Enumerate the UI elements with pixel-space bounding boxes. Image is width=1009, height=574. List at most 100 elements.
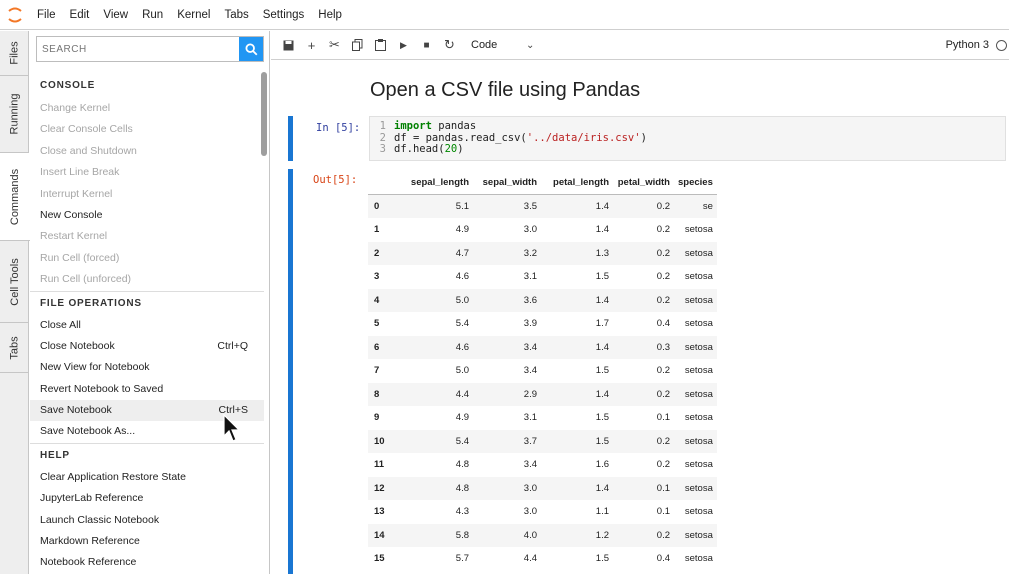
- panel-scrollbar[interactable]: [261, 72, 267, 156]
- table-cell: 4.7: [455, 247, 469, 259]
- command-run-cell-forced[interactable]: Run Cell (forced): [30, 248, 264, 269]
- command-change-kernel[interactable]: Change Kernel: [30, 98, 264, 119]
- command-label: Insert Line Break: [40, 166, 120, 179]
- table-cell: 1.4: [595, 224, 609, 236]
- table-cell: 3.7: [523, 435, 537, 447]
- kernel-status-icon: [996, 39, 1007, 51]
- table-cell: setosa: [684, 388, 713, 400]
- tab-commands[interactable]: Commands: [0, 153, 30, 241]
- command-label: New View for Notebook: [40, 361, 150, 374]
- table-cell: 5.8: [455, 529, 469, 541]
- row-index: 8: [374, 388, 380, 400]
- menu-settings[interactable]: Settings: [256, 0, 312, 30]
- menu-help[interactable]: Help: [311, 0, 349, 30]
- command-restart-kernel[interactable]: Restart Kernel: [30, 226, 264, 247]
- menu-tabs[interactable]: Tabs: [217, 0, 255, 30]
- command-label: Restart Kernel: [40, 230, 108, 243]
- copy-icon[interactable]: [346, 33, 369, 57]
- table-cell: 4.9: [455, 224, 469, 236]
- command-label: Revert Notebook to Saved: [40, 382, 164, 395]
- save-icon[interactable]: [277, 33, 300, 57]
- run-icon[interactable]: ▶: [392, 33, 415, 57]
- table-cell: 2.9: [523, 388, 537, 400]
- command-revert-notebook-to-saved[interactable]: Revert Notebook to Saved: [30, 379, 264, 400]
- column-header: petal_width: [613, 171, 674, 195]
- command-clear-console-cells[interactable]: Clear Console Cells: [30, 119, 264, 140]
- table-cell: 3.2: [523, 247, 537, 259]
- code-line: 2 df = pandas.read_csv('../data/iris.csv'…: [379, 131, 647, 144]
- table-cell: 0.2: [656, 271, 670, 283]
- table-cell: 1.4: [595, 388, 609, 400]
- command-label: Save Notebook As...: [40, 425, 136, 438]
- command-new-view-for-notebook[interactable]: New View for Notebook: [30, 357, 264, 378]
- table-row: 0 5.1 3.5 1.4 0.2 se: [368, 194, 717, 218]
- table-cell: 1.5: [595, 365, 609, 377]
- command-search: [36, 36, 264, 62]
- command-close-notebook[interactable]: Close Notebook Ctrl+Q: [30, 336, 264, 357]
- menu-view[interactable]: View: [96, 0, 135, 30]
- kernel-name[interactable]: Python 3: [946, 39, 989, 51]
- command-new-console[interactable]: New Console: [30, 205, 264, 226]
- table-cell: 4.4: [455, 388, 469, 400]
- command-shortcut: Ctrl+Q: [217, 339, 248, 352]
- command-search-input[interactable]: [37, 37, 239, 61]
- stop-icon[interactable]: ■: [415, 33, 438, 57]
- command-run-cell-unforced[interactable]: Run Cell (unforced): [30, 269, 264, 290]
- tab-tabs[interactable]: Tabs: [0, 323, 29, 373]
- cut-icon[interactable]: ✂: [323, 33, 346, 57]
- command-markdown-reference[interactable]: Markdown Reference: [30, 531, 264, 552]
- output-collapser[interactable]: [288, 169, 293, 574]
- table-cell: 0.2: [656, 365, 670, 377]
- command-close-and-shutdown[interactable]: Close and Shutdown: [30, 141, 264, 162]
- tab-files[interactable]: Files: [0, 31, 29, 76]
- code-editor[interactable]: 1 import pandas 2 df = pandas.read_csv('..…: [369, 116, 1006, 161]
- table-cell: 4.3: [455, 506, 469, 518]
- menu-kernel[interactable]: Kernel: [170, 0, 217, 30]
- row-index: 13: [374, 506, 385, 518]
- table-cell: 0.2: [656, 294, 670, 306]
- table-cell: 0.2: [656, 201, 670, 212]
- command-jupyterlab-reference[interactable]: JupyterLab Reference: [30, 488, 264, 509]
- cell-type-select[interactable]: Code: [471, 39, 526, 51]
- column-header: sepal_width: [473, 171, 541, 195]
- table-cell: setosa: [684, 318, 713, 330]
- command-insert-line-break[interactable]: Insert Line Break: [30, 162, 264, 183]
- row-index: 7: [374, 365, 380, 377]
- table-cell: 5.0: [455, 365, 469, 377]
- table-cell: setosa: [684, 341, 713, 353]
- command-label: Run Cell (forced): [40, 251, 120, 264]
- command-label: Close and Shutdown: [40, 144, 137, 157]
- tab-running[interactable]: Running: [0, 76, 29, 153]
- paste-icon[interactable]: [369, 33, 392, 57]
- table-cell: 1.5: [595, 271, 609, 283]
- table-row: 3 4.6 3.1 1.5 0.2 setosa: [368, 265, 717, 289]
- menu-edit[interactable]: Edit: [63, 0, 97, 30]
- command-clear-application-restore-state[interactable]: Clear Application Restore State: [30, 467, 264, 488]
- column-header: sepal_length: [398, 171, 473, 195]
- table-cell: 1.4: [595, 341, 609, 353]
- table-cell: 3.0: [523, 506, 537, 518]
- section-header: HELP: [30, 442, 264, 467]
- input-prompt: In [5]:: [316, 122, 361, 134]
- table-cell: 1.7: [595, 318, 609, 330]
- table-cell: setosa: [684, 435, 713, 447]
- menu-run[interactable]: Run: [135, 0, 170, 30]
- command-label: New Console: [40, 208, 103, 221]
- input-collapser[interactable]: [288, 116, 293, 161]
- command-notebook-reference[interactable]: Notebook Reference: [30, 552, 264, 573]
- command-list: CONSOLE Change Kernel Clear Console Cells C…: [30, 74, 264, 574]
- restart-icon[interactable]: ↻: [438, 33, 461, 57]
- tab-cell-tools[interactable]: Cell Tools: [0, 241, 29, 323]
- column-header: species: [674, 171, 717, 195]
- command-label: Run Cell (unforced): [40, 273, 132, 286]
- command-interrupt-kernel[interactable]: Interrupt Kernel: [30, 184, 264, 205]
- command-launch-classic-notebook[interactable]: Launch Classic Notebook: [30, 510, 264, 531]
- add-cell-icon[interactable]: +: [300, 33, 323, 57]
- command-close-all[interactable]: Close All: [30, 315, 264, 336]
- table-cell: setosa: [684, 459, 713, 471]
- chevron-down-icon[interactable]: ⌄: [526, 40, 534, 51]
- menu-file[interactable]: File: [30, 0, 63, 30]
- search-icon[interactable]: [239, 37, 263, 61]
- row-index: 14: [374, 529, 385, 541]
- table-row: 6 4.6 3.4 1.4 0.3 setosa: [368, 335, 717, 359]
